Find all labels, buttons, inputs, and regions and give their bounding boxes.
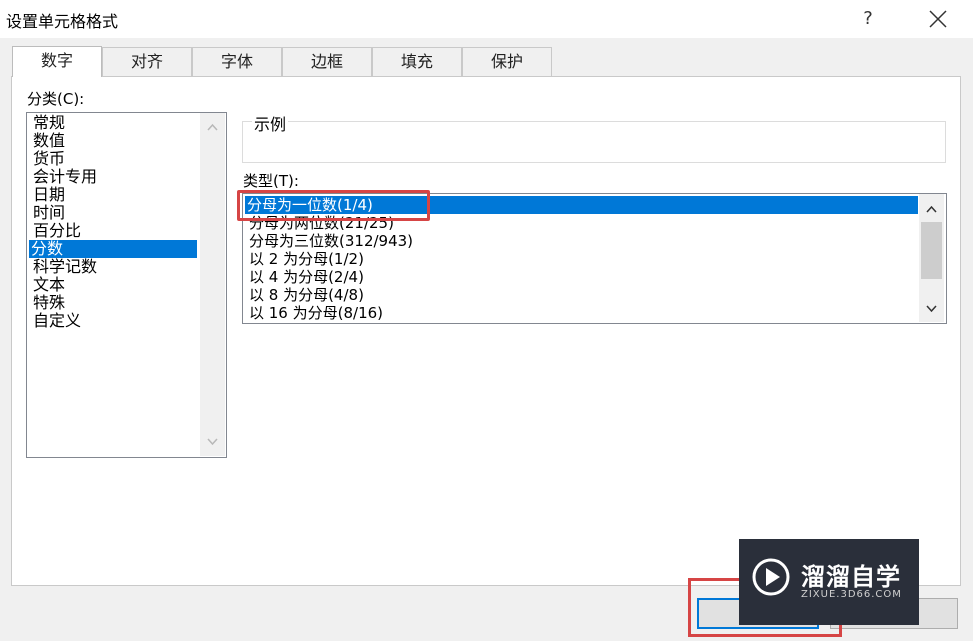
watermark: 溜溜自学 ZIXUE.3D66.COM bbox=[739, 539, 919, 625]
category-item[interactable]: 特殊 bbox=[31, 294, 201, 312]
category-item[interactable]: 货币 bbox=[31, 150, 201, 168]
category-item[interactable]: 时间 bbox=[31, 204, 201, 222]
category-item-selected[interactable]: 分数 bbox=[29, 240, 197, 258]
type-item[interactable]: 分母为三位数(312/943) bbox=[247, 232, 413, 250]
category-item[interactable]: 文本 bbox=[31, 276, 201, 294]
tab-number[interactable]: 数字 bbox=[12, 46, 102, 77]
type-scrollbar[interactable] bbox=[919, 194, 944, 322]
watermark-url: ZIXUE.3D66.COM bbox=[801, 589, 902, 600]
chevron-up-icon[interactable] bbox=[206, 121, 219, 134]
category-item[interactable]: 会计专用 bbox=[31, 168, 201, 186]
chevron-down-icon[interactable] bbox=[206, 435, 219, 448]
close-button[interactable] bbox=[920, 4, 956, 34]
watermark-brand: 溜溜自学 bbox=[801, 563, 901, 591]
category-list[interactable]: 常规 数值 货币 会计专用 日期 时间 百分比 分数 科学记数 文本 特殊 自定… bbox=[26, 112, 227, 458]
sample-label: 示例 bbox=[252, 111, 289, 135]
category-item[interactable]: 常规 bbox=[31, 114, 201, 132]
type-item[interactable]: 以 8 为分母(4/8) bbox=[247, 286, 364, 304]
tab-border[interactable]: 边框 bbox=[282, 47, 372, 76]
category-item[interactable]: 百分比 bbox=[31, 222, 201, 240]
title-bar: 设置单元格格式 ? bbox=[0, 0, 973, 38]
sample-preview bbox=[242, 121, 946, 163]
play-icon bbox=[752, 558, 790, 596]
category-item[interactable]: 日期 bbox=[31, 186, 201, 204]
category-label: 分类(C): bbox=[27, 90, 85, 108]
chevron-down-icon[interactable] bbox=[925, 302, 938, 315]
tab-alignment[interactable]: 对齐 bbox=[102, 47, 192, 76]
type-item[interactable]: 以 4 为分母(2/4) bbox=[247, 268, 364, 286]
close-icon bbox=[929, 10, 947, 28]
category-item[interactable]: 自定义 bbox=[31, 312, 201, 330]
highlight-annotation bbox=[237, 190, 430, 221]
type-item[interactable]: 以 16 为分母(8/16) bbox=[247, 304, 383, 322]
type-label: 类型(T): bbox=[243, 172, 299, 190]
help-button[interactable]: ? bbox=[852, 4, 884, 34]
type-item[interactable]: 以 2 为分母(1/2) bbox=[247, 250, 364, 268]
category-item[interactable]: 科学记数 bbox=[31, 258, 201, 276]
type-scrollbar-thumb[interactable] bbox=[921, 222, 942, 279]
tab-fill[interactable]: 填充 bbox=[372, 47, 462, 76]
dialog-title: 设置单元格格式 bbox=[6, 12, 119, 31]
chevron-up-icon[interactable] bbox=[925, 203, 938, 216]
category-scrollbar[interactable] bbox=[200, 113, 225, 456]
tab-protection[interactable]: 保护 bbox=[462, 47, 552, 76]
category-item[interactable]: 数值 bbox=[31, 132, 201, 150]
tab-font[interactable]: 字体 bbox=[192, 47, 282, 76]
